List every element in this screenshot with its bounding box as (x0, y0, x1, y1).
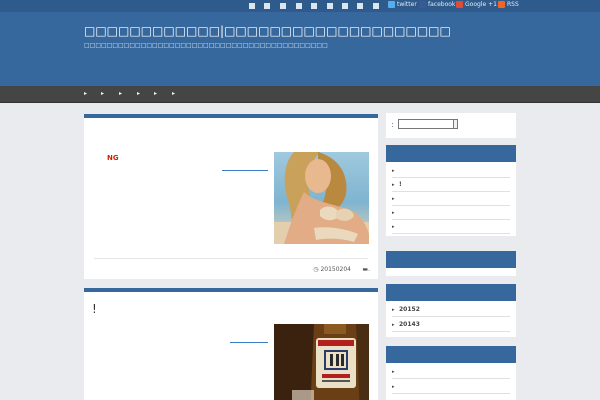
grid-icon[interactable] (373, 3, 379, 9)
search-widget: ： (386, 113, 516, 138)
widget-list-item[interactable]: ▸ (392, 206, 510, 220)
twitter-label: twitter (397, 1, 417, 8)
search-button[interactable] (454, 119, 458, 129)
post-date: ◷ 20150204 (313, 266, 351, 273)
top-bar: twitter facebook Google +1 RSS (0, 0, 600, 12)
post-card: NG ◷ 20150204 ▬. (84, 114, 378, 279)
nav-item-1[interactable]: ▸ (84, 90, 87, 97)
widget-heading (386, 346, 516, 363)
topbar-icon-4[interactable] (296, 3, 302, 9)
facebook-icon (419, 1, 426, 8)
archive-label: 20143 (399, 321, 420, 328)
google-plus-label: Google +1 (465, 1, 497, 8)
twitter-link[interactable]: twitter (388, 1, 417, 8)
widget-list-item[interactable]: ▸ (392, 192, 510, 206)
arrow-icon: ▸ (392, 369, 395, 375)
arrow-icon: ▸ (392, 168, 395, 174)
nav-item-6[interactable]: ▸ (172, 90, 175, 97)
archives-list: ▸ 20152 ▸ 20143 (386, 301, 516, 337)
widget-heading (386, 251, 516, 268)
clock-icon: ◷ (313, 266, 319, 273)
post-label: NG (107, 154, 119, 162)
google-plus-icon (456, 1, 463, 8)
site-header: □□□□□□□□□□□□|□□□□□□□□□□□□□□□□□□□□ □□□□□□… (0, 12, 600, 86)
woman-bikini-beach-photo (274, 152, 369, 244)
facebook-link[interactable]: facebook (419, 1, 455, 8)
topbar-icon-7[interactable] (342, 3, 348, 9)
google-plus-link[interactable]: Google +1 (456, 1, 497, 8)
widget-list-item[interactable]: ▸ (392, 380, 510, 394)
arrow-icon: ▸ (392, 210, 395, 216)
arrow-icon: ▸ (392, 224, 395, 230)
card-divider (94, 258, 368, 259)
post-thumbnail[interactable] (274, 324, 369, 400)
rss-link[interactable]: RSS (498, 1, 519, 8)
bottle-and-glass-photo (274, 324, 369, 400)
archive-item[interactable]: ▸ 20143 (392, 318, 510, 332)
arrow-icon: ▸ (392, 384, 395, 390)
nav-item-5[interactable]: ▸ (154, 90, 157, 97)
search-label: ： (391, 122, 398, 129)
widget-heading (386, 145, 516, 162)
post-title[interactable]: ! (92, 302, 97, 316)
arrow-icon: ▸ (392, 182, 395, 188)
rss-icon (498, 1, 505, 8)
site-title[interactable]: □□□□□□□□□□□□|□□□□□□□□□□□□□□□□□□□□ (84, 24, 451, 38)
archives-heading (386, 284, 516, 301)
archive-item[interactable]: ▸ 20152 (392, 303, 510, 317)
nav-item-2[interactable]: ▸ (101, 90, 104, 97)
post-link[interactable] (230, 342, 268, 343)
arrow-icon: ▸ (392, 307, 395, 313)
user-icon[interactable] (357, 3, 363, 9)
widget-list-item[interactable]: ▸ (392, 164, 510, 178)
post-card: ! (84, 288, 378, 400)
topbar-icon-3[interactable] (280, 3, 286, 9)
post-link[interactable] (222, 170, 268, 171)
site-description: □□□□□□□□□□□□□□□□□□□□□□□□□□□□□□□□□□□□□□□□… (84, 42, 328, 49)
arrow-icon: ▸ (392, 322, 395, 328)
rss-label: RSS (507, 1, 519, 8)
topbar-icon-5[interactable] (311, 3, 317, 9)
search-input[interactable] (398, 119, 454, 129)
widget-body (386, 268, 516, 276)
topbar-icon-2[interactable] (264, 3, 270, 9)
archive-label: 20152 (399, 306, 420, 313)
facebook-label: facebook (428, 1, 456, 8)
main-nav: ▸ ▸ ▸ ▸ ▸ ▸ (0, 86, 600, 103)
widget-list-item[interactable]: ▸ ! (392, 178, 510, 192)
nav-item-4[interactable]: ▸ (137, 90, 140, 97)
arrow-icon: ▸ (392, 196, 395, 202)
widget-list-item[interactable]: ▸ (392, 220, 510, 234)
post-date-text: 20150204 (320, 266, 351, 273)
post-thumbnail[interactable] (274, 152, 369, 244)
widget-list: ▸ ▸ ! ▸ ▸ ▸ (386, 162, 516, 236)
widget-item-label: ! (399, 181, 402, 188)
folder-icon[interactable]: ▬. (362, 266, 370, 273)
twitter-icon (388, 1, 395, 8)
topbar-icon-6[interactable] (327, 3, 333, 9)
widget-list: ▸ ▸ (386, 363, 516, 400)
topbar-icon-1[interactable] (249, 3, 255, 9)
nav-item-3[interactable]: ▸ (119, 90, 122, 97)
widget-list-item[interactable]: ▸ (392, 365, 510, 379)
